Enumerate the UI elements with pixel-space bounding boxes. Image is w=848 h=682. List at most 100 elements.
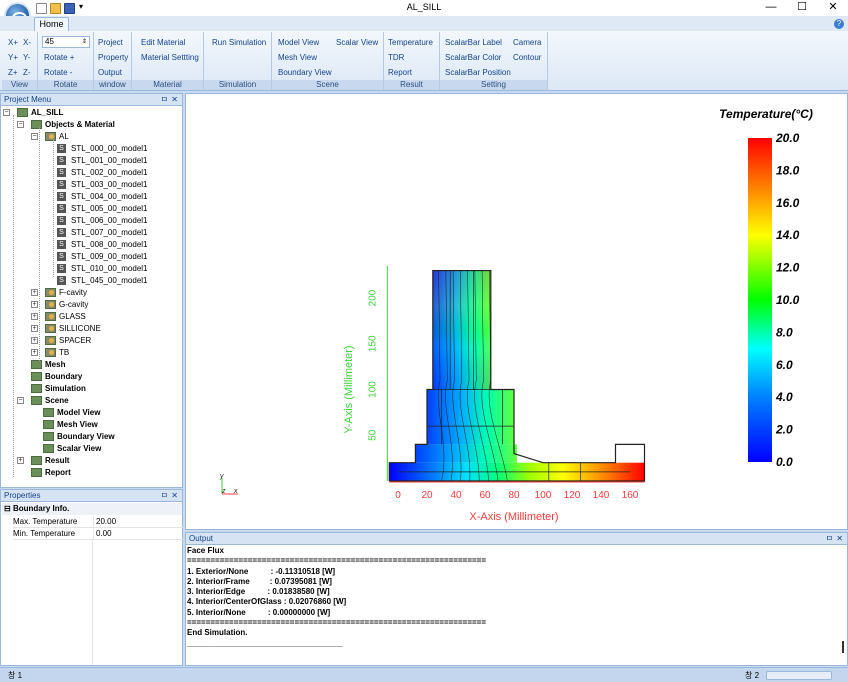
tree-stl-item[interactable]: STL_005_00_model1: [71, 203, 148, 214]
expand-toggle-icon[interactable]: +: [31, 325, 38, 332]
output-log: Face Flux ===============================…: [187, 546, 486, 649]
tree-stl-item[interactable]: STL_008_00_model1: [71, 239, 148, 250]
tree-stl-item[interactable]: STL_001_00_model1: [71, 155, 148, 166]
property-row[interactable]: Max. Temperature 20.00: [13, 516, 183, 528]
view-xminus-button[interactable]: X-: [23, 38, 31, 47]
view-yplus-button[interactable]: Y+: [8, 53, 18, 62]
property-value[interactable]: 0.00: [93, 528, 112, 540]
mesh-view-button[interactable]: Mesh View: [278, 53, 317, 62]
tab-home[interactable]: Home: [34, 17, 69, 32]
camera-button[interactable]: Camera: [513, 38, 541, 47]
tree-material-item[interactable]: SPACER: [59, 335, 91, 346]
tree-scene[interactable]: Scene: [45, 395, 69, 406]
tree-root[interactable]: AL_SILL: [31, 107, 63, 118]
tree-scene-item[interactable]: Mesh View: [57, 419, 98, 430]
pin-icon[interactable]: ㅁ: [161, 490, 168, 502]
tree-simulation[interactable]: Simulation: [45, 383, 86, 394]
tree-report[interactable]: Report: [45, 467, 71, 478]
tree-scene-item[interactable]: Scalar View: [57, 443, 101, 454]
tree-scene-item[interactable]: Model View: [57, 407, 100, 418]
expand-toggle-icon[interactable]: −: [3, 109, 10, 116]
rotate-minus-button[interactable]: Rotate -: [44, 68, 72, 77]
tree-stl-item[interactable]: STL_007_00_model1: [71, 227, 148, 238]
expand-toggle-icon[interactable]: +: [31, 289, 38, 296]
window-property-button[interactable]: Property: [98, 53, 128, 62]
tree-material-item[interactable]: F-cavity: [59, 287, 87, 298]
pin-icon[interactable]: ㅁ: [826, 533, 833, 545]
sill-cross-section[interactable]: [388, 269, 646, 482]
tree-stl-item[interactable]: STL_006_00_model1: [71, 215, 148, 226]
material-setting-button[interactable]: Material Settting: [141, 53, 199, 62]
tree-boundary[interactable]: Boundary: [45, 371, 82, 382]
rotate-plus-button[interactable]: Rotate +: [44, 53, 74, 62]
maximize-button[interactable]: ☐: [787, 0, 817, 16]
material-icon: [45, 312, 56, 321]
expand-toggle-icon[interactable]: −: [31, 133, 38, 140]
tree-stl-item[interactable]: STL_045_00_model1: [71, 275, 148, 286]
model-view-button[interactable]: Model View: [278, 38, 319, 47]
scalarbar-label-button[interactable]: ScalarBar Label: [445, 38, 502, 47]
property-row[interactable]: Min. Temperature 0.00: [13, 528, 183, 540]
window-project-button[interactable]: Project: [98, 38, 123, 47]
boundary-view-button[interactable]: Boundary View: [278, 68, 332, 77]
expand-toggle-icon[interactable]: +: [17, 457, 24, 464]
tdr-button[interactable]: TDR: [388, 53, 404, 62]
tree-material-item[interactable]: TB: [59, 347, 69, 358]
close-button[interactable]: ✕: [818, 0, 848, 16]
panel-close-icon[interactable]: ✕: [171, 94, 178, 106]
report-button[interactable]: Report: [388, 68, 412, 77]
group-scene-label: Scene: [272, 80, 383, 90]
help-icon[interactable]: ?: [834, 19, 844, 29]
tree-mesh[interactable]: Mesh: [45, 359, 65, 370]
material-icon: [45, 324, 56, 333]
pin-icon[interactable]: ㅁ: [161, 94, 168, 106]
tree-stl-item[interactable]: STL_002_00_model1: [71, 167, 148, 178]
minimize-button[interactable]: —: [756, 0, 786, 16]
tree-material-al[interactable]: AL: [59, 131, 69, 142]
collapse-icon[interactable]: ⊟: [4, 504, 13, 513]
view-zminus-button[interactable]: Z-: [23, 68, 31, 77]
stl-file-icon: S: [57, 144, 66, 153]
temperature-button[interactable]: Temperature: [388, 38, 433, 47]
scene-viewport[interactable]: 0 20 40 60 80 100 120 140 160 50 100 150 200 X-Axis (…: [185, 93, 848, 530]
tree-material-item[interactable]: G-cavity: [59, 299, 88, 310]
view-zplus-button[interactable]: Z+: [8, 68, 18, 77]
tree-scene-item[interactable]: Boundary View: [57, 431, 115, 442]
tree-material-item[interactable]: GLASS: [59, 311, 86, 322]
output-scrollbar[interactable]: [840, 545, 846, 663]
property-value[interactable]: 20.00: [93, 516, 116, 528]
tree-material-item[interactable]: SILLICONE: [59, 323, 101, 334]
output-line: ========================================…: [187, 618, 486, 628]
expand-toggle-icon[interactable]: +: [31, 313, 38, 320]
scalarbar-position-button[interactable]: ScalarBar Position: [445, 68, 511, 77]
temperature-plot[interactable]: 0 20 40 60 80 100 120 140 160 50 100 150 200 X-Axis (…: [186, 94, 847, 529]
expand-toggle-icon[interactable]: +: [31, 349, 38, 356]
color-bar-tick: 4.0: [775, 390, 793, 404]
scalarbar-color-button[interactable]: ScalarBar Color: [445, 53, 501, 62]
scalar-view-button[interactable]: Scalar View: [336, 38, 378, 47]
rotate-angle-input[interactable]: 45 ⇕: [42, 36, 90, 48]
tree-stl-item[interactable]: STL_003_00_model1: [71, 179, 148, 190]
panel-close-icon[interactable]: ✕: [836, 533, 843, 545]
view-yminus-button[interactable]: Y-: [23, 53, 30, 62]
tree-stl-item[interactable]: STL_000_00_model1: [71, 143, 148, 154]
tree-objects[interactable]: Objects & Material: [45, 119, 115, 130]
window-output-button[interactable]: Output: [98, 68, 122, 77]
panel-close-icon[interactable]: ✕: [171, 490, 178, 502]
contour-button[interactable]: Contour: [513, 53, 541, 62]
expand-toggle-icon[interactable]: −: [17, 121, 24, 128]
expand-toggle-icon[interactable]: −: [17, 397, 24, 404]
expand-toggle-icon[interactable]: +: [31, 301, 38, 308]
output-title: Output: [189, 534, 214, 543]
tree-stl-item[interactable]: STL_009_00_model1: [71, 251, 148, 262]
stl-file-icon: S: [57, 264, 66, 273]
view-xplus-button[interactable]: X+: [8, 38, 18, 47]
tree-stl-item[interactable]: STL_004_00_model1: [71, 191, 148, 202]
expand-toggle-icon[interactable]: +: [31, 337, 38, 344]
folder-icon: [31, 360, 42, 369]
spinner-icon[interactable]: ⇕: [82, 37, 87, 47]
tree-stl-item[interactable]: STL_010_00_model1: [71, 263, 148, 274]
run-simulation-button[interactable]: Run Simulation: [212, 38, 266, 47]
tree-result[interactable]: Result: [45, 455, 69, 466]
edit-material-button[interactable]: Edit Material: [141, 38, 185, 47]
